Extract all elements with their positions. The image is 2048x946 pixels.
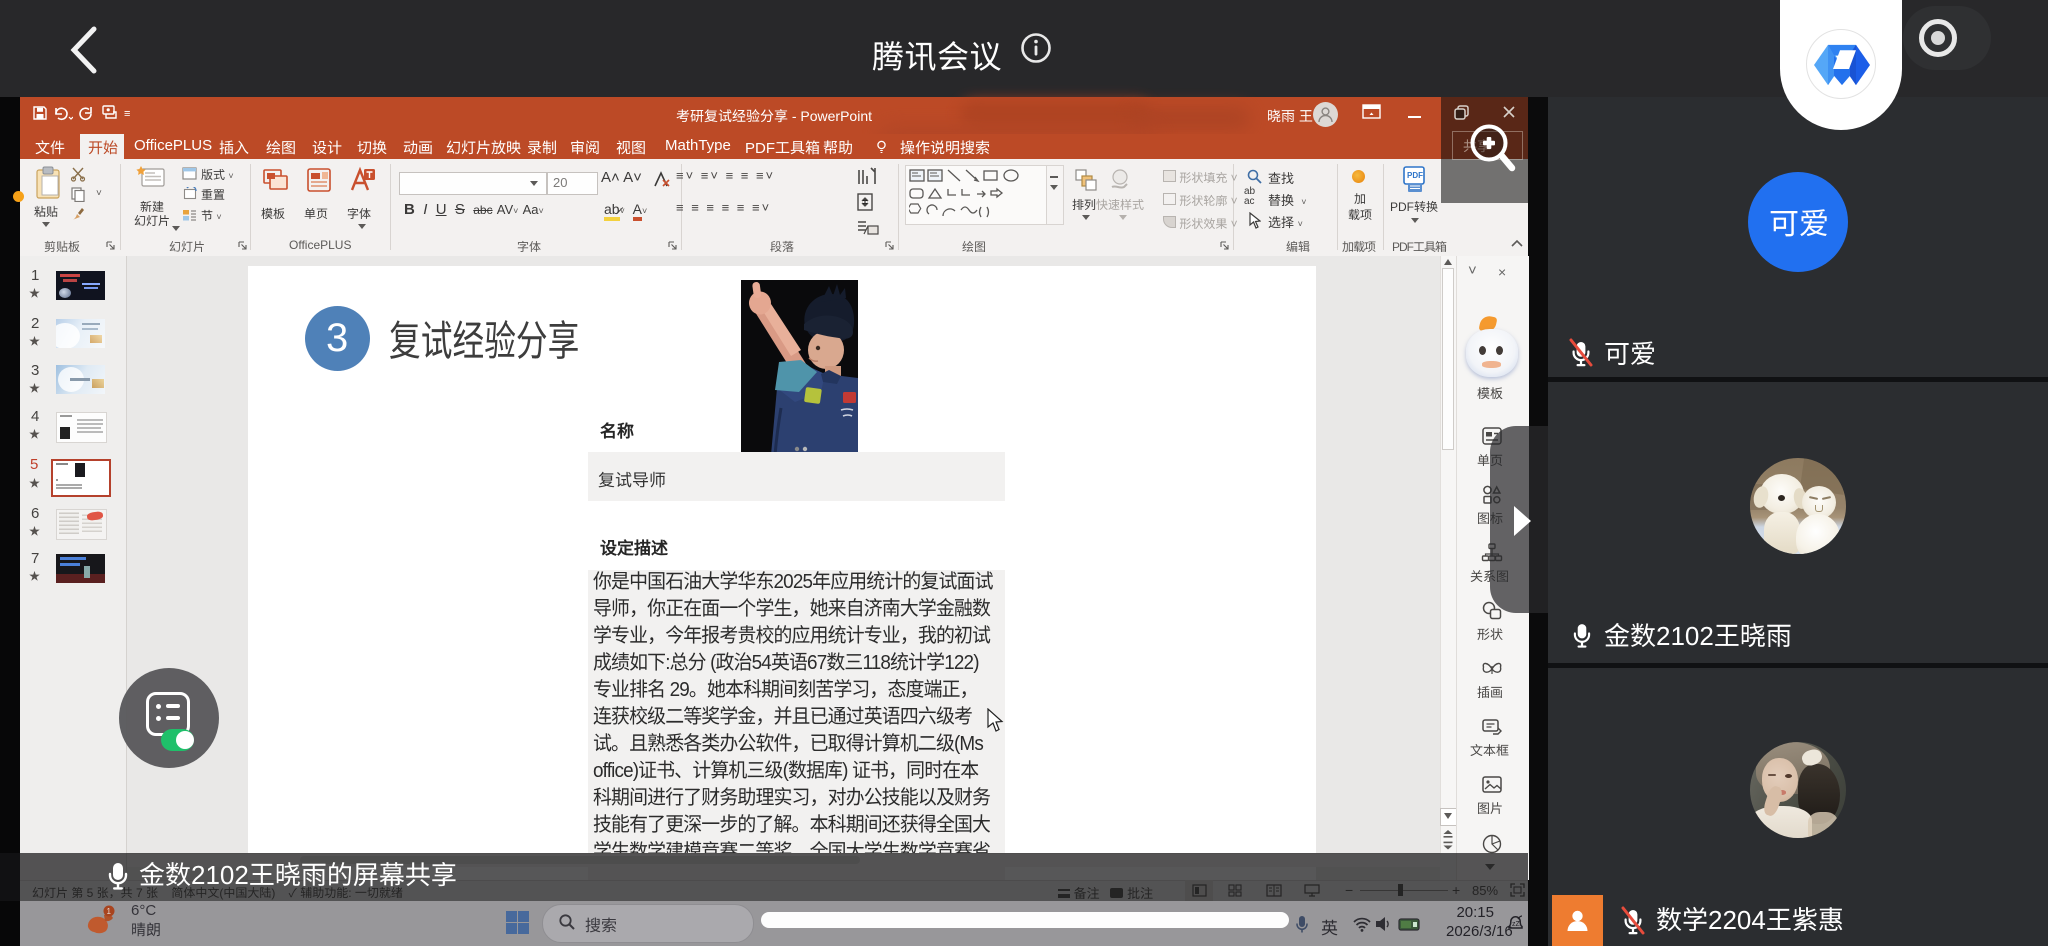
svg-text:zZ: zZ <box>1512 921 1521 928</box>
svg-text:PDF: PDF <box>1407 171 1423 180</box>
svg-text:1: 1 <box>107 907 112 916</box>
